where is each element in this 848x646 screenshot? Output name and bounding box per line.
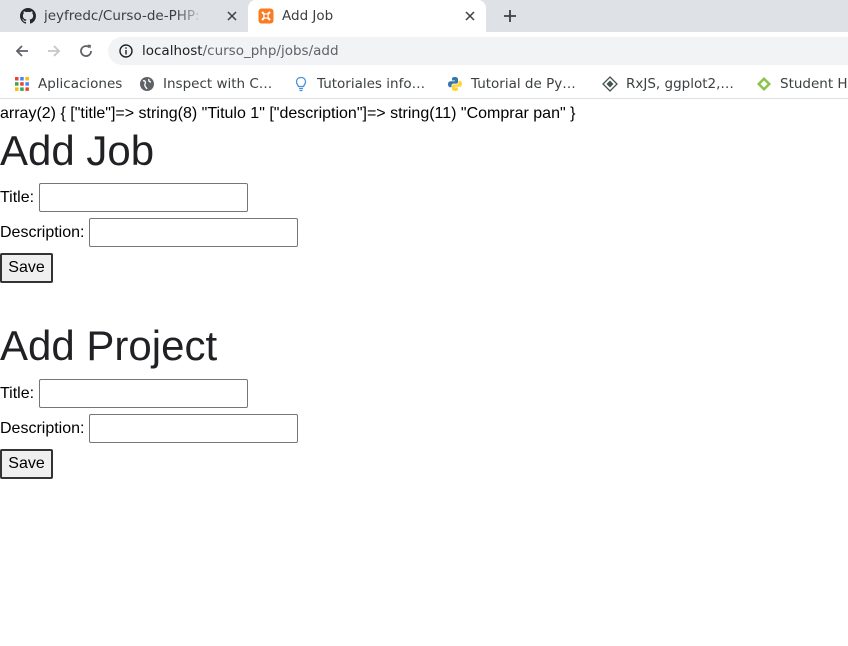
project-title-input[interactable]: [39, 379, 248, 408]
bookmark-python[interactable]: Tutorial de Py…: [447, 74, 576, 94]
save-project-button[interactable]: Save: [0, 449, 53, 479]
save-job-button[interactable]: Save: [0, 253, 53, 283]
tab-add-job[interactable]: Add Job: [248, 0, 486, 32]
info-icon[interactable]: [118, 43, 134, 59]
bookmark-tutoriales[interactable]: Tutoriales info…: [293, 74, 425, 94]
bookmark-inspect[interactable]: Inspect with C…: [139, 74, 272, 94]
tab-github[interactable]: jeyfredc/Curso-de-PHP: Curso: [8, 0, 248, 32]
bookmark-student[interactable]: Student H: [756, 74, 848, 94]
tab-title: Add Job: [282, 8, 334, 24]
bookmark-label: Tutorial de Py…: [471, 76, 576, 92]
url-text: localhost/curso_php/jobs/add: [142, 43, 339, 59]
tab-title: jeyfredc/Curso-de-PHP: Curso: [44, 8, 204, 24]
close-icon[interactable]: [462, 8, 478, 24]
url-path: /curso_php/jobs/add: [202, 43, 339, 59]
reload-icon: [78, 43, 94, 59]
job-description-label: Description:: [0, 224, 85, 241]
job-description-input[interactable]: [89, 218, 298, 247]
globe-icon: [139, 76, 155, 92]
back-button[interactable]: [10, 39, 34, 63]
bulb-icon: [293, 76, 309, 92]
page-content: array(2) { ["title"]=> string(8) "Titulo…: [0, 99, 848, 646]
job-title-input[interactable]: [39, 183, 248, 212]
bookmark-label: Student H: [780, 76, 848, 92]
plus-icon: [503, 9, 517, 23]
arrow-right-icon: [46, 43, 62, 59]
project-title-label: Title:: [0, 385, 35, 402]
apps-grid-icon: [14, 76, 30, 92]
bookmark-label: Inspect with C…: [163, 76, 273, 92]
bookmark-label: RxJS, ggplot2,…: [626, 76, 734, 92]
url-host: localhost: [142, 43, 203, 59]
bookmark-label: Tutoriales info…: [317, 76, 426, 92]
var-dump-output: array(2) { ["title"]=> string(8) "Titulo…: [0, 105, 576, 122]
project-description-label: Description:: [0, 420, 85, 437]
python-icon: [447, 76, 463, 92]
bookmark-label: Aplicaciones: [38, 76, 123, 92]
bookmark-rxjs[interactable]: RxJS, ggplot2,…: [602, 74, 734, 94]
tab-strip: jeyfredc/Curso-de-PHP: Curso Add Job: [0, 0, 848, 32]
xampp-icon: [258, 8, 274, 24]
arrow-left-icon: [14, 43, 30, 59]
bookmark-aplicaciones[interactable]: Aplicaciones: [14, 74, 122, 94]
new-tab-button[interactable]: [498, 4, 522, 28]
add-job-heading: Add Job: [0, 127, 155, 174]
bookmarks-bar: Aplicaciones Inspect with C… Tutoriales …: [0, 70, 848, 99]
close-icon[interactable]: [224, 8, 240, 24]
forward-button[interactable]: [42, 39, 66, 63]
address-bar[interactable]: localhost/curso_php/jobs/add: [108, 37, 848, 65]
github-icon: [20, 8, 36, 24]
diamond-icon: [602, 76, 618, 92]
leaf-icon: [756, 76, 772, 92]
add-project-heading: Add Project: [0, 322, 218, 369]
reload-button[interactable]: [74, 39, 98, 63]
job-title-label: Title:: [0, 189, 35, 206]
browser-toolbar: localhost/curso_php/jobs/add: [0, 32, 848, 70]
project-description-input[interactable]: [89, 414, 298, 443]
